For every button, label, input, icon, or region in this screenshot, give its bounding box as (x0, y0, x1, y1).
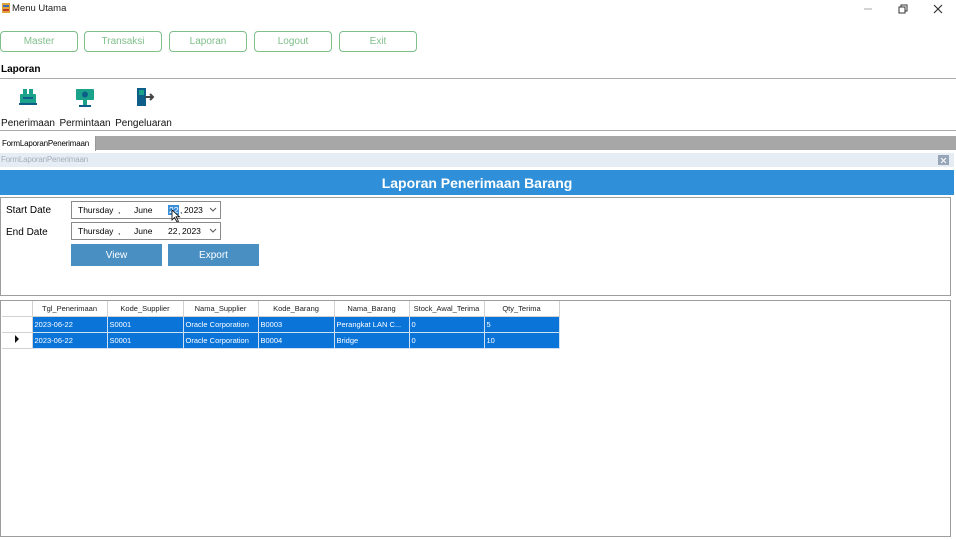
table-header-row: Tgl_Penerimaan Kode_Supplier Nama_Suppli… (2, 301, 560, 317)
restore-button[interactable] (888, 0, 918, 17)
table-cell[interactable]: 5 (484, 316, 560, 333)
pengeluaran-button[interactable]: Pengeluaran (115, 85, 172, 129)
column-header[interactable]: Nama_Barang (334, 301, 410, 317)
current-row-arrow-icon (14, 335, 19, 343)
report-header: Laporan Penerimaan Barang (0, 170, 954, 195)
start-date-label: Start Date (6, 205, 52, 216)
table-cell[interactable]: Oracle Corporation (183, 316, 259, 333)
table-cell[interactable]: 10 (484, 332, 560, 349)
penerimaan-button[interactable]: Penerimaan (1, 85, 55, 129)
table-cell[interactable]: S0001 (107, 332, 184, 349)
child-window-title: FormLaporanPenerimaan (1, 155, 88, 164)
column-header[interactable]: Kode_Barang (258, 301, 335, 317)
export-button[interactable]: Export (168, 244, 259, 266)
table-row[interactable]: 2023-06-22 S0001 Oracle Corporation B000… (2, 332, 560, 349)
receiving-icon (16, 85, 40, 109)
chevron-down-icon[interactable] (208, 204, 218, 216)
table-cell[interactable]: 0 (409, 316, 485, 333)
column-header[interactable]: Tgl_Penerimaan (32, 301, 108, 317)
section-divider (0, 78, 956, 79)
row-header-corner (2, 301, 33, 317)
title-bar: Menu Utama (0, 0, 956, 17)
table-cell[interactable]: B0004 (258, 332, 335, 349)
start-month: June (134, 205, 153, 215)
exit-button[interactable]: Exit (339, 31, 417, 52)
column-header[interactable]: Nama_Supplier (183, 301, 259, 317)
start-weekday: Thursday (78, 205, 114, 215)
end-weekday: Thursday (78, 226, 114, 236)
close-icon (940, 157, 947, 163)
end-comma: , (118, 226, 121, 236)
table-cell[interactable]: Bridge (334, 332, 410, 349)
app-icon (2, 3, 10, 13)
restore-icon (898, 4, 908, 13)
column-header[interactable]: Stock_Awal_Terima (409, 301, 485, 317)
chevron-down-icon[interactable] (208, 225, 218, 237)
minimize-button[interactable] (853, 0, 883, 17)
permintaan-label: Permintaan (59, 118, 111, 129)
table-cell[interactable]: Oracle Corporation (183, 332, 259, 349)
minimize-icon (864, 8, 872, 9)
tab-strip (0, 136, 956, 150)
end-month: June (134, 226, 153, 236)
start-year: 2023 (184, 205, 203, 215)
end-date-picker[interactable]: Thursday , June 22 , 2023 (71, 222, 221, 240)
start-comma: , (118, 205, 121, 215)
table-row[interactable]: 2023-06-22 S0001 Oracle Corporation B000… (2, 316, 560, 333)
transaksi-button[interactable]: Transaksi (84, 31, 162, 52)
child-window-bar (0, 153, 954, 167)
logout-button[interactable]: Logout (254, 31, 332, 52)
toolbar-divider (0, 130, 956, 131)
report-table[interactable]: Tgl_Penerimaan Kode_Supplier Nama_Suppli… (2, 301, 560, 349)
table-cell[interactable]: 0 (409, 332, 485, 349)
master-button[interactable]: Master (0, 31, 78, 52)
table-cell[interactable]: Perangkat LAN C... (334, 316, 410, 333)
start-date-picker[interactable]: Thursday , June 22 , 2023 (71, 201, 221, 219)
pengeluaran-label: Pengeluaran (115, 118, 172, 129)
end-date-label: End Date (6, 227, 48, 238)
table-cell[interactable]: 2023-06-22 (32, 332, 108, 349)
close-icon (933, 4, 943, 13)
mouse-cursor-icon (171, 209, 181, 223)
column-header[interactable]: Qty_Terima (484, 301, 560, 317)
end-year-separator: , (178, 226, 181, 236)
row-header[interactable] (2, 332, 33, 349)
end-day[interactable]: 22 (168, 226, 177, 236)
window-title: Menu Utama (12, 3, 67, 14)
tab-form-laporan-penerimaan[interactable]: FormLaporanPenerimaan (0, 136, 96, 151)
request-icon (73, 85, 97, 109)
close-button[interactable] (923, 0, 953, 17)
table-cell[interactable]: 2023-06-22 (32, 316, 108, 333)
child-close-button[interactable] (938, 155, 949, 165)
end-year: 2023 (182, 226, 201, 236)
table-cell[interactable]: S0001 (107, 316, 184, 333)
laporan-button[interactable]: Laporan (169, 31, 247, 52)
penerimaan-label: Penerimaan (1, 118, 55, 129)
row-header[interactable] (2, 316, 33, 333)
column-header[interactable]: Kode_Supplier (107, 301, 184, 317)
outgoing-icon (132, 85, 156, 109)
table-cell[interactable]: B0003 (258, 316, 335, 333)
view-button[interactable]: View (71, 244, 162, 266)
section-label: Laporan (1, 64, 41, 75)
permintaan-button[interactable]: Permintaan (59, 85, 111, 129)
